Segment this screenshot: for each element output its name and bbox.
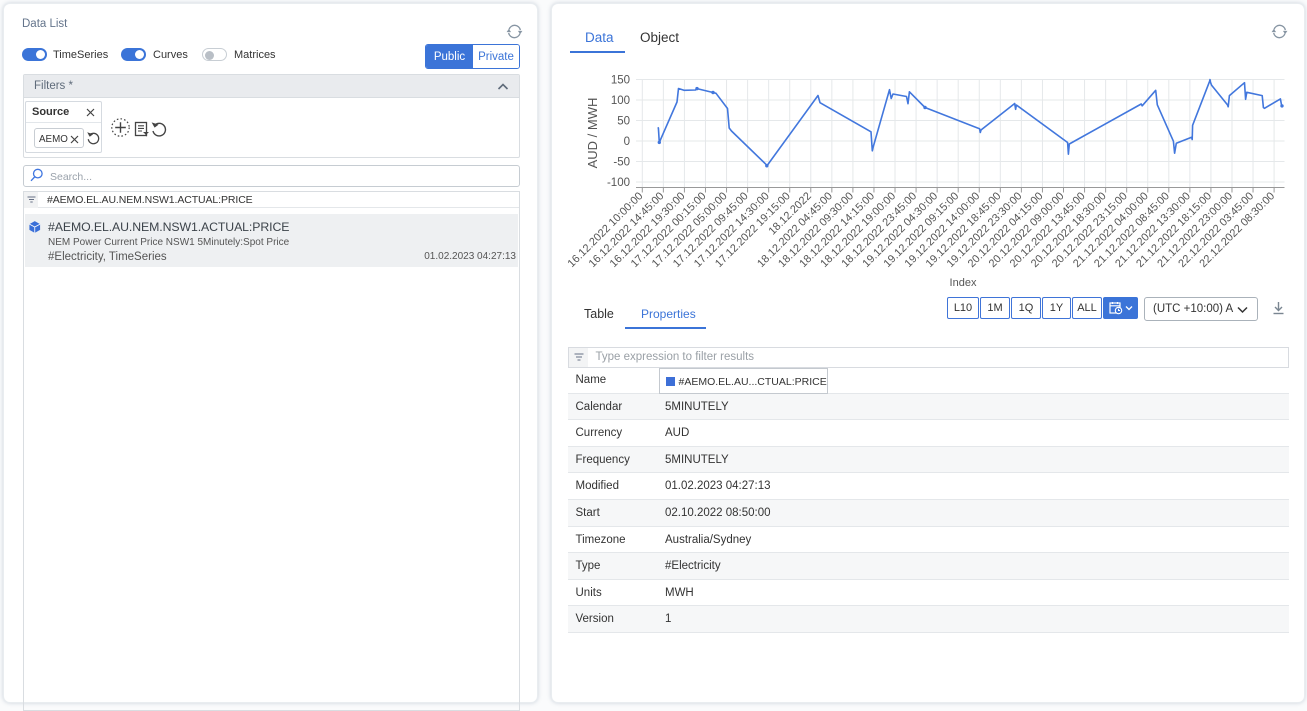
svg-text:150: 150 [611, 75, 630, 87]
svg-text:50: 50 [617, 116, 630, 128]
svg-text:100: 100 [611, 95, 630, 107]
svg-text:AUD / MWH: AUD / MWH [585, 98, 600, 169]
svg-text:0: 0 [624, 136, 630, 148]
svg-text:-100: -100 [607, 177, 630, 189]
svg-text:Index: Index [950, 277, 977, 289]
svg-text:-50: -50 [613, 157, 630, 169]
